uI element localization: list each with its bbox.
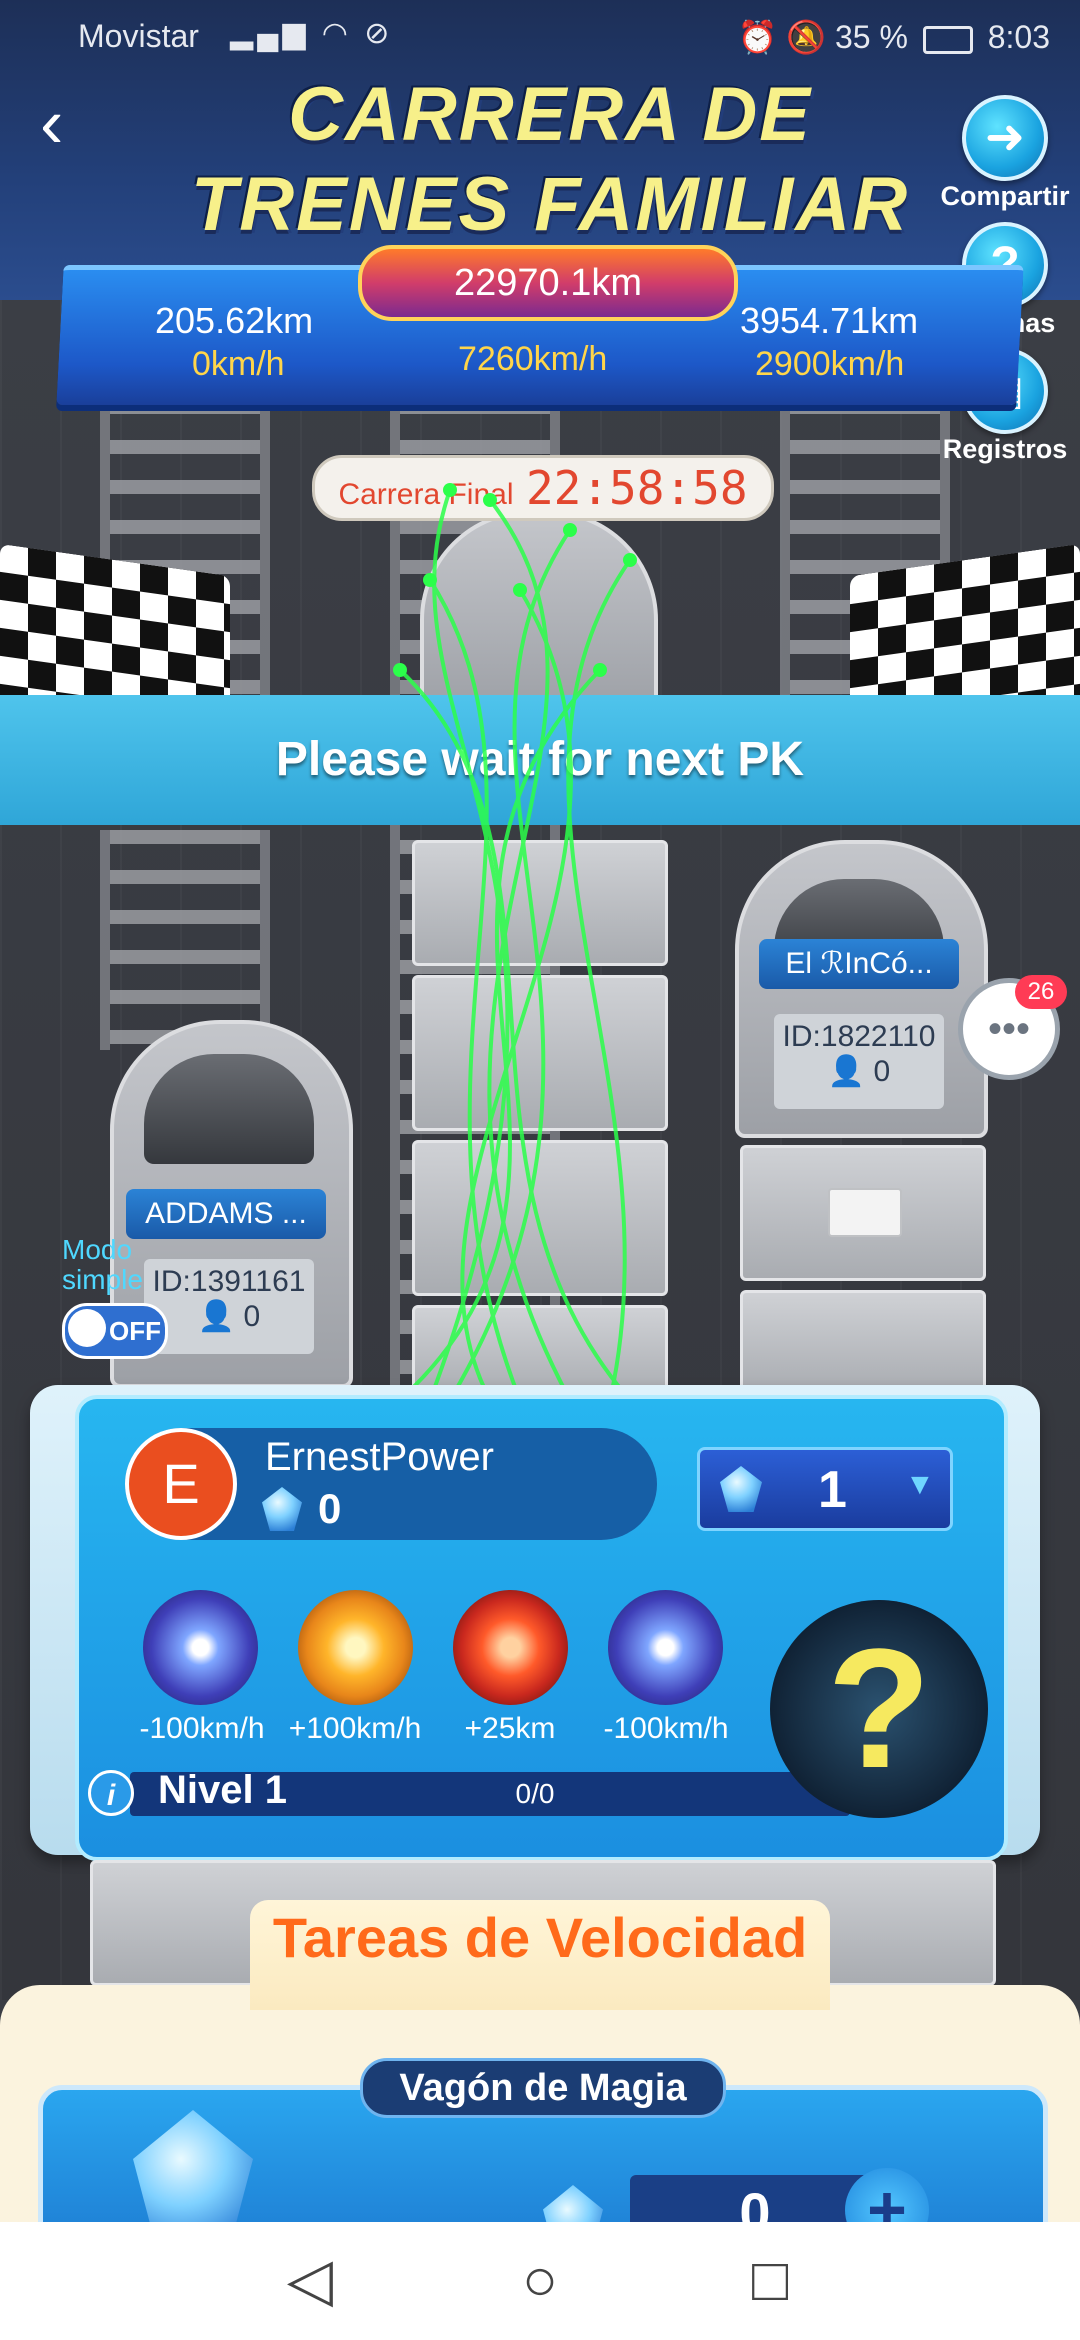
records-label: Registros (942, 434, 1068, 464)
user-gem-count: 0 (318, 1485, 342, 1532)
level-progress-text: 0/0 (515, 1778, 555, 1809)
blue-star-skill-icon[interactable] (608, 1590, 723, 1705)
red-spring-skill-icon[interactable] (453, 1590, 568, 1705)
info-icon[interactable]: i (88, 1770, 134, 1816)
simple-mode-toggle[interactable]: OFF (62, 1303, 168, 1359)
left-team-distance: 205.62km (155, 300, 314, 341)
gem-quantity-select[interactable]: 1 ▼ (697, 1447, 953, 1531)
total-distance: 22970.1km (358, 245, 738, 321)
battery-percent: 35 % (835, 19, 908, 55)
quantity-value: 1 (818, 1461, 847, 1519)
mystery-box-icon[interactable]: ? (770, 1600, 988, 1818)
alarm-mute-icons: ⏰ 🔕 (737, 19, 827, 55)
team-name-plate: ADDAMS ... (126, 1189, 326, 1239)
share-label: Compartir (940, 181, 1070, 211)
team-name-plate: El ℛInCó... (759, 939, 959, 989)
nav-recent-icon[interactable]: □ (720, 2245, 820, 2314)
carrier-name: Movistar (78, 18, 199, 54)
tasks-title: Tareas de Velocidad (272, 1906, 808, 1969)
status-right: ⏰ 🔕 35 % 8:03 (738, 18, 1050, 56)
right-train-car (740, 1145, 986, 1281)
team-id-plate: ID:1391161 👤 0 (144, 1259, 314, 1354)
center-team-speed: 7260km/h (458, 340, 608, 378)
title-line-1: CARRERA DE (288, 72, 812, 157)
simple-mode-label-line2: simple (62, 1264, 143, 1295)
username: ErnestPower (265, 1435, 494, 1479)
status-bar: Movistar ▂▄▆ ◠ ⊘ ⏰ 🔕 35 % 8:03 (0, 0, 1080, 72)
team-members: 👤 0 (827, 1055, 891, 1088)
chevron-down-icon: ▼ (905, 1468, 935, 1501)
magic-wagon-title: Vagón de Magia (360, 2058, 726, 2118)
left-team-speed: 0km/h (192, 345, 285, 383)
page-title: CARRERA DE TRENES FAMILIAR (140, 70, 960, 250)
blue-star-skill-icon[interactable] (143, 1590, 258, 1705)
skill-label: +100km/h (288, 1712, 422, 1745)
nav-back-icon[interactable]: ◁ (260, 2245, 360, 2315)
boost-effect-lines (393, 483, 637, 1400)
person-icon: 👤 (827, 1055, 874, 1088)
team-id: ID:1391161 (152, 1265, 306, 1298)
team-id: ID:1822110 (782, 1020, 936, 1053)
train-window (144, 1054, 314, 1164)
skill-label: +25km (464, 1712, 556, 1745)
toggle-state: OFF (109, 1316, 161, 1346)
right-train-head: El ℛInCó... ID:1822110 👤 0 (735, 840, 988, 1138)
battery-icon (922, 25, 973, 54)
share-button[interactable]: ➜ Compartir (940, 95, 1070, 212)
fire-burst-skill-icon[interactable] (298, 1590, 413, 1705)
back-chevron-icon[interactable]: ‹ (40, 88, 100, 158)
toggle-knob (68, 1309, 106, 1347)
simple-mode-label: Modo simple (62, 1235, 143, 1295)
skill-label: -100km/h (603, 1712, 729, 1745)
right-train-car (740, 1290, 986, 1396)
nav-home-icon[interactable]: ○ (490, 2245, 590, 2314)
team-members: 👤 0 (197, 1300, 261, 1333)
chat-unread-badge: 26 (1015, 975, 1067, 1009)
simple-mode-label-line1: Modo (62, 1234, 133, 1265)
person-icon: 👤 (197, 1300, 244, 1333)
gem-icon (720, 1466, 762, 1512)
team-id-plate: ID:1822110 👤 0 (774, 1014, 944, 1109)
clock: 8:03 (987, 19, 1050, 55)
right-team-speed: 2900km/h (755, 345, 905, 383)
signal-wifi-icons: ▂▄▆ ◠ ⊘ (230, 17, 394, 50)
level-label: Nivel 1 (158, 1768, 287, 1812)
title-line-2: TRENES FAMILIAR (190, 162, 910, 247)
car-window (828, 1188, 902, 1237)
share-icon: ➜ (962, 95, 1048, 181)
right-team-distance: 3954.71km (740, 300, 919, 341)
rail-track-left-lower (100, 830, 270, 1050)
avatar[interactable]: E (125, 1428, 237, 1540)
skill-label: -100km/h (139, 1712, 265, 1745)
